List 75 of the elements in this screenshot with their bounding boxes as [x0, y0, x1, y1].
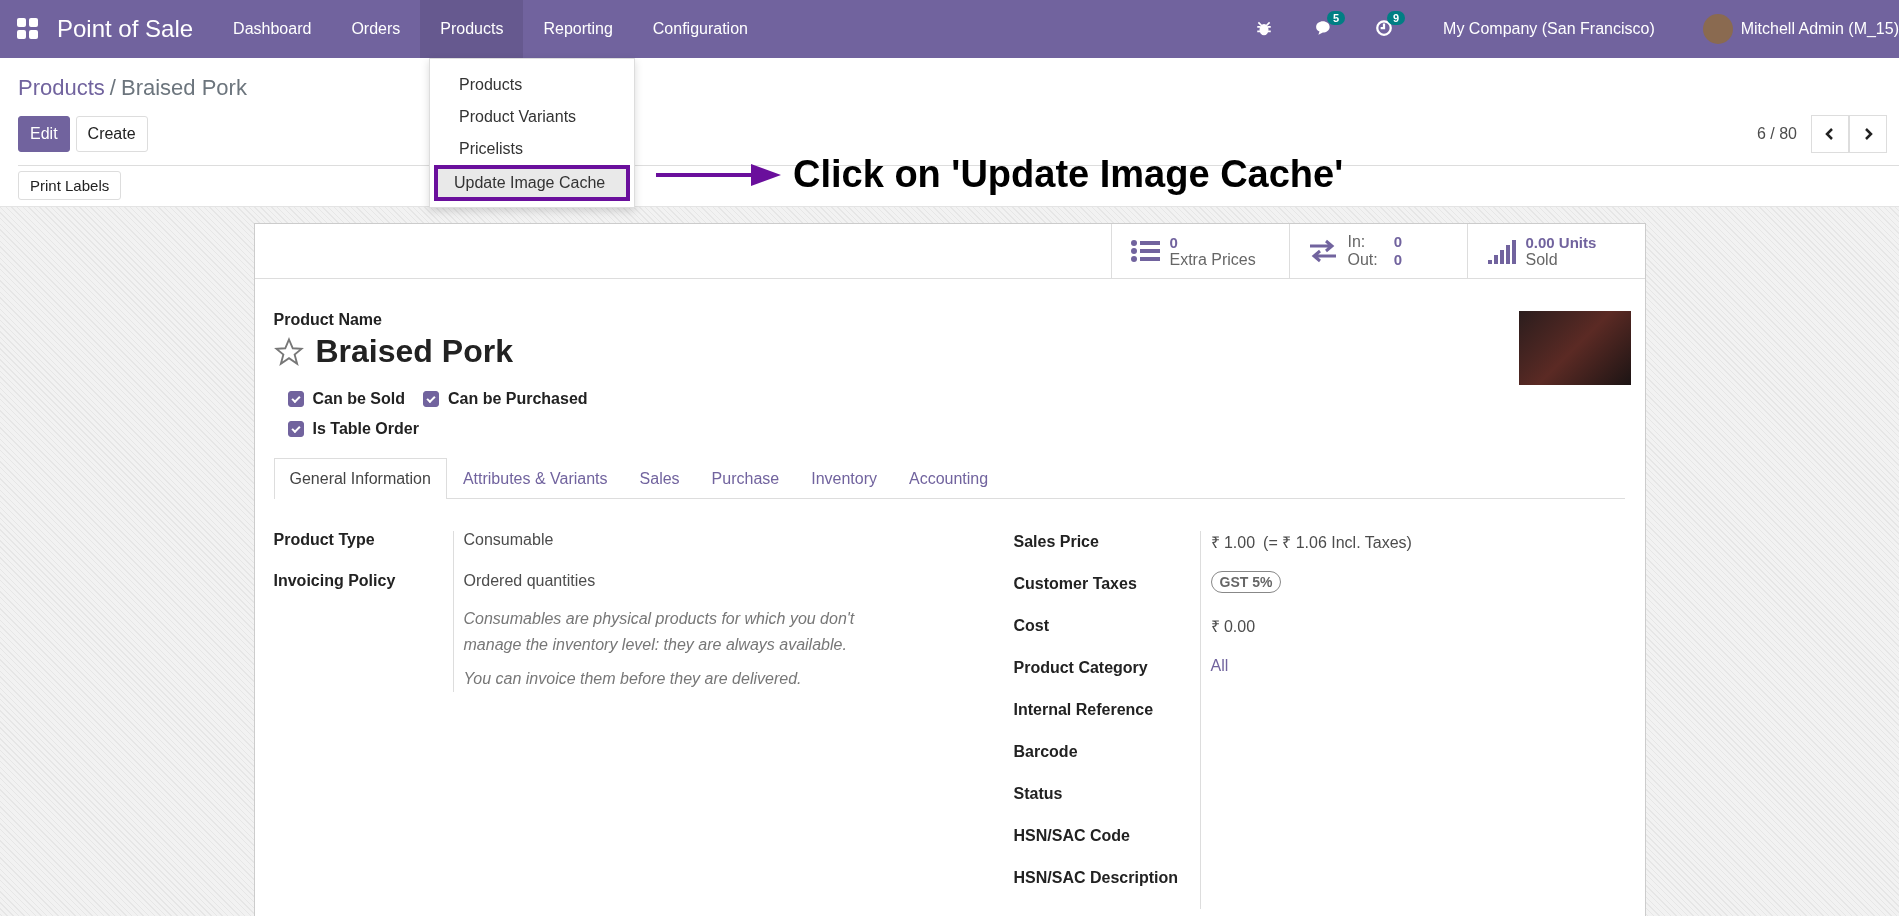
- company-switcher[interactable]: My Company (San Francisco): [1443, 20, 1655, 38]
- help-text: Consumables are physical products for which you don't manage the inventory level: they are always available.: [463, 609, 856, 655]
- transfer-arrows-icon: [1307, 238, 1338, 264]
- stat-label: Extra Prices: [1169, 250, 1256, 269]
- stat-label: Out:: [1347, 251, 1378, 269]
- count-badge: 5: [1327, 11, 1346, 25]
- category-link[interactable]: All: [1210, 657, 1229, 674]
- menu-item[interactable]: Configuration: [632, 0, 768, 58]
- next-button[interactable]: [1849, 114, 1887, 153]
- stat-label: In:: [1347, 233, 1367, 251]
- dropdown-item[interactable]: Products: [434, 69, 630, 101]
- tab[interactable]: Sales: [623, 458, 696, 499]
- print-labels-button[interactable]: Print Labels: [18, 171, 122, 200]
- stat-button[interactable]: 0 Extra Prices: [1110, 224, 1289, 278]
- field-value[interactable]: Ordered quantities: [463, 572, 1014, 590]
- menu-item[interactable]: Dashboard: [213, 0, 332, 58]
- field-label: Barcode: [1013, 741, 1201, 783]
- tax-included-text: (= ₹ 1.06 Incl. Taxes): [1263, 534, 1412, 551]
- menu-item[interactable]: Products: [420, 0, 524, 58]
- create-button[interactable]: Create: [75, 115, 148, 152]
- stat-value: 0: [1169, 233, 1179, 251]
- field-label: Status: [1013, 783, 1201, 825]
- bug-icon[interactable]: [1255, 19, 1274, 37]
- clock-icon[interactable]: [1375, 19, 1394, 37]
- user-menu[interactable]: Mitchell Admin (M_15): [1740, 20, 1899, 38]
- stat-button[interactable]: In: 0 Out: 0: [1288, 224, 1467, 278]
- apps-grid-icon[interactable]: [17, 18, 39, 40]
- field-label: Product Name: [273, 311, 383, 329]
- field-value[interactable]: Consumable: [463, 531, 1014, 549]
- field-label: Internal Reference: [1013, 699, 1201, 741]
- previous-button[interactable]: [1811, 114, 1849, 153]
- stat-value: 0: [1393, 233, 1403, 251]
- field-label: Invoicing Policy: [273, 572, 454, 692]
- stat-label: Sold: [1525, 250, 1559, 269]
- checkbox-label: Can be Sold: [312, 390, 405, 408]
- checkbox[interactable]: [287, 421, 304, 437]
- field-value[interactable]: ₹ 1.00: [1210, 534, 1256, 551]
- app-name[interactable]: Point of Sale: [57, 15, 194, 43]
- field-label: Cost: [1013, 615, 1201, 657]
- tab[interactable]: Purchase: [695, 458, 796, 499]
- checkbox[interactable]: [422, 391, 439, 407]
- signal-bars-icon: [1485, 238, 1516, 264]
- field-label: HSN/SAC Code: [1013, 825, 1201, 867]
- checkbox[interactable]: [287, 391, 304, 407]
- help-text: You can invoice them before they are delivered.: [463, 669, 803, 689]
- annotation-text: Click on 'Update Image Cache': [793, 153, 1344, 196]
- field-label: Customer Taxes: [1013, 573, 1201, 615]
- menu-item[interactable]: Reporting: [523, 0, 633, 58]
- tab[interactable]: Attributes & Variants: [446, 458, 624, 499]
- count-badge: 9: [1387, 11, 1406, 25]
- tab[interactable]: Inventory: [795, 458, 893, 499]
- pager-counter[interactable]: 6 / 80: [1756, 124, 1797, 143]
- field-label: Product Type: [273, 531, 454, 572]
- field-label: HSN/SAC Description: [1013, 867, 1201, 909]
- breadcrumb[interactable]: Products: [18, 75, 105, 101]
- field-value[interactable]: ₹ 0.00: [1210, 618, 1256, 635]
- breadcrumb: Braised Pork: [120, 75, 247, 101]
- dropdown-item[interactable]: Product Variants: [434, 101, 630, 133]
- stat-value: 0: [1393, 251, 1403, 269]
- menu-item[interactable]: Orders: [331, 0, 421, 58]
- product-name[interactable]: Braised Pork: [315, 333, 513, 370]
- checkbox-label: Can be Purchased: [447, 390, 588, 408]
- stat-value: 0.00 Units: [1525, 233, 1597, 251]
- stat-button[interactable]: 0.00 Units Sold: [1466, 224, 1645, 278]
- breadcrumb-separator: /: [109, 75, 116, 101]
- field-label: Sales Price: [1013, 531, 1201, 573]
- edit-button[interactable]: Edit: [18, 115, 70, 152]
- dropdown-item[interactable]: Pricelists: [434, 133, 630, 165]
- star-icon[interactable]: [273, 336, 304, 367]
- field-label: Product Category: [1013, 657, 1201, 699]
- dropdown-item[interactable]: Update Image Cache: [434, 165, 630, 201]
- list-icon: [1129, 238, 1160, 264]
- tab[interactable]: Accounting: [893, 458, 1005, 499]
- tab[interactable]: General Information: [273, 458, 447, 499]
- checkbox-label: Is Table Order: [312, 420, 419, 438]
